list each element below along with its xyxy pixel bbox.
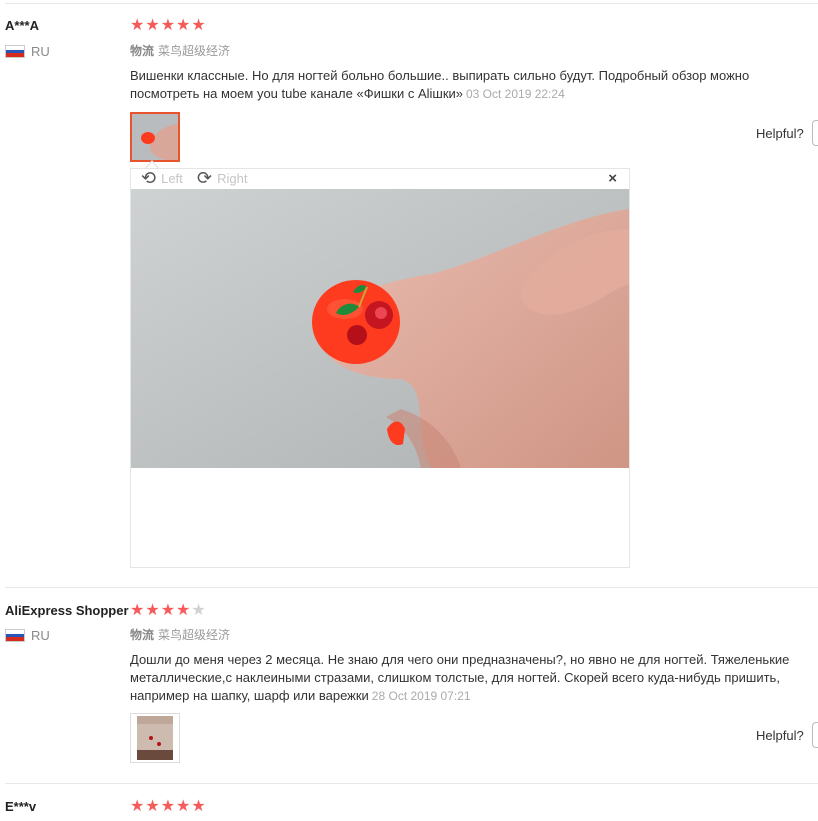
review-body: Вишенки классные. Но для ногтей больно б… [130,68,750,101]
logistics-label: 物流 [130,628,155,642]
review-photo-thumbnail[interactable] [130,713,180,763]
star-icon: ★ [145,17,160,34]
star-icon: ★ [176,17,191,34]
reviewer-name: A***A [5,18,39,33]
logistics-info: 物流 菜鸟超级经济 [130,626,230,643]
star-icon: ★ [145,798,160,815]
review-photo-thumbnail[interactable] [130,112,180,162]
nail-photo-thumbnail-image [132,114,178,160]
star-icon: ★ [130,17,145,34]
star-icon: ★ [191,17,206,34]
helpful-yes-button[interactable] [811,120,818,146]
star-icon: ★ [160,798,176,815]
close-icon[interactable]: × [608,170,617,187]
star-icon: ★ [160,602,176,619]
logistics-label: 物流 [130,44,155,58]
logistics-value: 菜鸟超级经济 [158,44,231,58]
photo-viewer: ⟲ Left ⟳ Right × [130,168,630,568]
knit-photo-thumbnail-image [131,714,179,762]
logistics-value: 菜鸟超级经济 [158,628,231,642]
rotate-left-label: Left [161,170,183,186]
russia-flag-icon [5,45,25,58]
country-code: RU [31,44,50,59]
review-date: 03 Oct 2019 22:24 [466,87,565,101]
helpful-vote: Helpful? [756,722,818,748]
rating-stars: ★ ★ ★ ★ ★ [130,18,206,34]
logistics-info: 物流 菜鸟超级经济 [130,42,230,59]
star-icon: ★ [130,602,145,619]
rating-stars: ★ ★ ★ ★ ★ [130,799,206,815]
review-date: 28 Oct 2019 07:21 [371,689,471,703]
helpful-label: Helpful? [756,727,804,743]
rotate-right-label: Right [217,170,248,186]
review-text: Вишенки классные. Но для ногтей больно б… [130,67,816,103]
russia-flag-icon [5,629,25,642]
review-photo-large [131,189,629,468]
helpful-label: Helpful? [756,125,804,141]
rotate-left-icon: ⟲ [141,168,157,188]
star-empty-icon: ★ [191,602,206,619]
top-divider [5,3,818,4]
reviewer-country: RU [5,44,50,59]
helpful-vote: Helpful? [756,120,818,146]
reviewer-country: RU [5,628,50,643]
review-divider [5,783,818,784]
review-text: Дошли до меня через 2 месяца. Не знаю дл… [130,651,816,705]
star-icon: ★ [191,798,206,815]
review-divider [5,587,818,588]
nail-with-cherry-photo [131,189,629,468]
star-icon: ★ [176,798,191,815]
reviewer-name: E***v [5,799,37,814]
reviewer-name: AliExpress Shopper [5,603,129,618]
rotate-right-icon: ⟳ [197,168,213,188]
rating-stars: ★ ★ ★ ★ ★ [130,603,206,619]
rotate-right-button[interactable]: ⟳ Right [197,169,247,187]
star-icon: ★ [145,602,160,619]
star-icon: ★ [130,798,145,815]
viewer-toolbar: ⟲ Left ⟳ Right × [131,169,629,189]
star-icon: ★ [160,17,176,34]
country-code: RU [31,628,50,643]
star-icon: ★ [176,602,191,619]
rotate-left-button[interactable]: ⟲ Left [141,169,183,187]
helpful-yes-button[interactable] [811,722,818,748]
